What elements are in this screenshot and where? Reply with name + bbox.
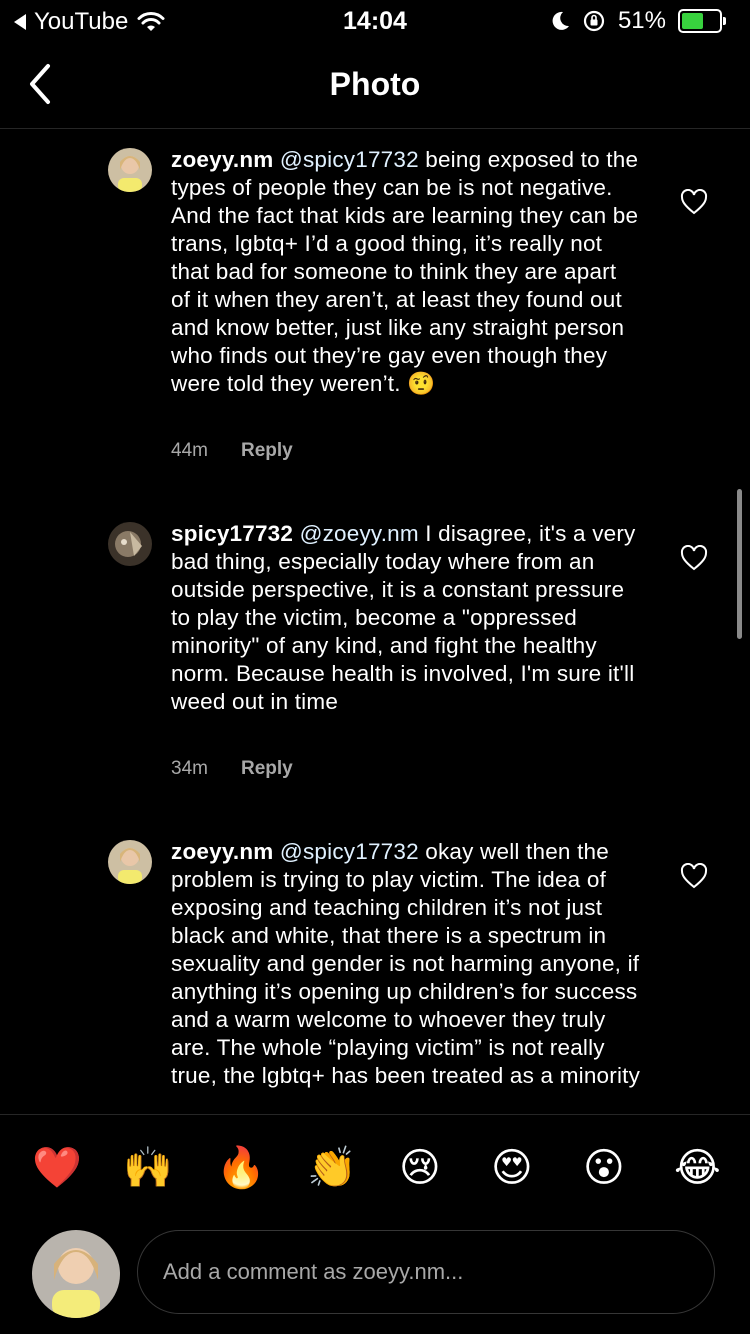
comment-text: spicy17732 @zoeyy.nm I disagree, it's a … [171, 520, 641, 716]
comment-body: okay well then the problem is trying to … [171, 839, 641, 1088]
status-bar: YouTube 14:04 51% [0, 0, 750, 44]
comment-thread[interactable]: zoeyy.nm @spicy17732 being exposed to th… [0, 129, 750, 1114]
heart-outline-icon[interactable] [680, 544, 708, 571]
page-title: Photo [329, 66, 421, 102]
moon-icon [550, 10, 570, 32]
battery-percent: 51% [617, 7, 666, 34]
comment-text: zoeyy.nm @spicy17732 being exposed to th… [171, 146, 641, 398]
scrollbar[interactable] [737, 489, 742, 639]
emoji-raising-hands[interactable]: 🙌 [123, 1143, 173, 1193]
comment-timestamp: 34m [171, 758, 208, 779]
rotation-lock-icon [582, 9, 606, 33]
comment-input-placeholder: Add a comment as zoeyy.nm... [163, 1259, 464, 1284]
avatar[interactable] [108, 522, 152, 566]
comment-mention[interactable]: @spicy17732 [280, 839, 419, 864]
emoji-fire[interactable]: 🔥 [216, 1143, 266, 1193]
avatar[interactable] [32, 1230, 120, 1318]
comment-username[interactable]: zoeyy.nm [171, 147, 273, 172]
battery-charging-icon [678, 9, 726, 33]
avatar[interactable] [108, 840, 152, 884]
emoji-laughing[interactable]: 😂 [674, 1143, 721, 1193]
comment-username[interactable]: spicy17732 [171, 521, 293, 546]
nav-bar: Photo [0, 44, 750, 129]
comment-meta: 34m Reply [171, 758, 293, 780]
comment-text: zoeyy.nm @spicy17732 okay well then the … [171, 838, 641, 1090]
emoji-surprised[interactable]: 😮 [583, 1143, 625, 1193]
comment-body: I disagree, it's a very bad thing, espec… [171, 521, 636, 714]
comment-body: being exposed to the types of people the… [171, 147, 639, 396]
comment-meta: 44m Reply [171, 440, 293, 462]
reply-button[interactable]: Reply [241, 440, 293, 462]
comment-mention[interactable]: @spicy17732 [280, 147, 419, 172]
emoji-crying[interactable]: 😢 [399, 1143, 441, 1193]
emoji-heart[interactable]: ❤️ [32, 1143, 82, 1193]
comment-composer: Add a comment as zoeyy.nm... [0, 1226, 750, 1334]
comment-mention[interactable]: @zoeyy.nm [300, 521, 419, 546]
avatar[interactable] [108, 148, 152, 192]
emoji-reaction-bar: ❤️ 🙌 🔥 👏 😢 😍 😮 😂 [0, 1114, 750, 1225]
comment-username[interactable]: zoeyy.nm [171, 839, 273, 864]
emoji-clapping[interactable]: 👏 [307, 1143, 357, 1193]
emoji-heart-eyes[interactable]: 😍 [491, 1143, 533, 1193]
reply-button[interactable]: Reply [241, 758, 293, 780]
heart-outline-icon[interactable] [680, 862, 708, 889]
comment-input[interactable]: Add a comment as zoeyy.nm... [137, 1230, 715, 1314]
comment-timestamp: 44m [171, 440, 208, 461]
heart-outline-icon[interactable] [680, 188, 708, 215]
